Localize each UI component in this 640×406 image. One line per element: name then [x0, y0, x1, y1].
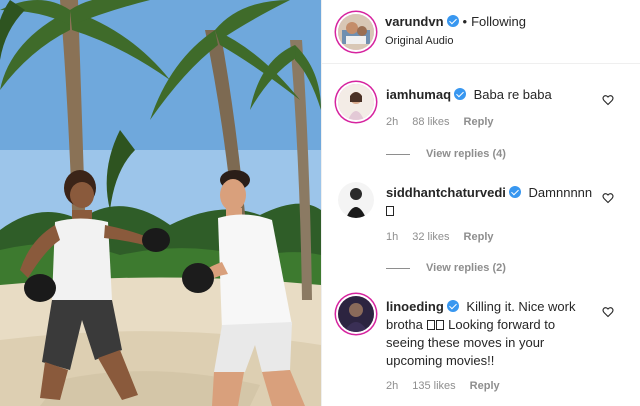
- comment-body: siddhantchaturvedi Damnnnnn: [386, 184, 596, 220]
- comment-text: Damnnnnn: [528, 185, 593, 200]
- post-side-panel: varundvn • Following Original Audio iamhum…: [321, 0, 640, 406]
- comment-time[interactable]: 2h: [386, 116, 398, 128]
- verified-badge-icon: [508, 186, 521, 198]
- view-replies-label: View replies (2): [426, 262, 506, 274]
- commenter-avatar[interactable]: [338, 296, 374, 332]
- post-video[interactable]: [0, 0, 321, 406]
- commenter-avatar[interactable]: [338, 182, 374, 218]
- replies-divider: [386, 153, 410, 155]
- verified-badge-icon: [446, 300, 459, 312]
- commenter-avatar[interactable]: [338, 84, 374, 120]
- commenter-username[interactable]: siddhantchaturvedi: [386, 185, 506, 200]
- reply-button[interactable]: Reply: [464, 116, 494, 128]
- original-audio-link[interactable]: Original Audio: [385, 35, 454, 47]
- emoji-glyph: [426, 320, 435, 330]
- comment-meta: 2h 88 likes Reply: [386, 116, 508, 128]
- emoji-glyph: [435, 320, 444, 330]
- comment-likes[interactable]: 135 likes: [412, 380, 455, 392]
- comment-meta: 2h 135 likes Reply: [386, 380, 514, 392]
- verified-badge-icon: [454, 88, 467, 100]
- post-header-user: varundvn • Following: [385, 14, 526, 29]
- view-replies-button[interactable]: View replies (4): [386, 148, 506, 160]
- replies-divider: [386, 267, 410, 269]
- comment-likes[interactable]: 32 likes: [412, 231, 449, 243]
- video-frame-illustration: [0, 0, 321, 406]
- comment-text: Baba re baba: [473, 87, 552, 102]
- comment-time[interactable]: 2h: [386, 380, 398, 392]
- view-replies-label: View replies (4): [426, 148, 506, 160]
- commenter-username[interactable]: iamhumaq: [386, 87, 451, 102]
- post-header: varundvn • Following Original Audio: [322, 0, 640, 64]
- following-button[interactable]: Following: [471, 14, 526, 29]
- heart-icon[interactable]: [602, 306, 614, 318]
- comment-time[interactable]: 1h: [386, 231, 398, 243]
- comment-body: iamhumaq Baba re baba: [386, 86, 596, 104]
- view-replies-button[interactable]: View replies (2): [386, 262, 506, 274]
- comment-likes[interactable]: 88 likes: [412, 116, 449, 128]
- commenter-username[interactable]: linoeding: [386, 299, 444, 314]
- author-username[interactable]: varundvn: [385, 14, 444, 29]
- emoji-glyph: [386, 206, 394, 216]
- reply-button[interactable]: Reply: [464, 231, 494, 243]
- heart-icon[interactable]: [602, 94, 614, 106]
- verified-badge-icon: [446, 15, 459, 27]
- comment-meta: 1h 32 likes Reply: [386, 231, 508, 243]
- author-avatar[interactable]: [338, 14, 374, 50]
- comment-body: linoeding Killing it. Nice work brotha L…: [386, 298, 596, 370]
- reply-button[interactable]: Reply: [470, 380, 500, 392]
- heart-icon[interactable]: [602, 192, 614, 204]
- separator-dot: •: [462, 14, 468, 29]
